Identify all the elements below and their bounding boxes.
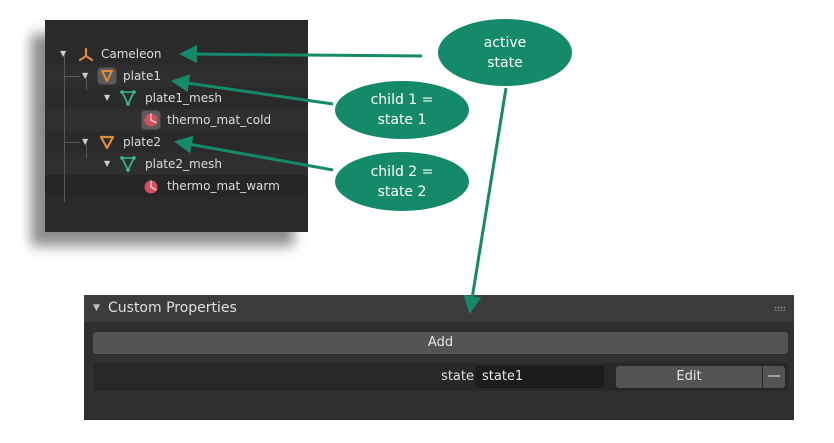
arrow-to-plate1 [171, 74, 334, 106]
arrow-to-cameleon [179, 45, 423, 64]
arrow-to-custom-properties [463, 87, 508, 314]
arrow-to-plate2 [174, 135, 334, 172]
annotation-arrows [171, 45, 508, 314]
